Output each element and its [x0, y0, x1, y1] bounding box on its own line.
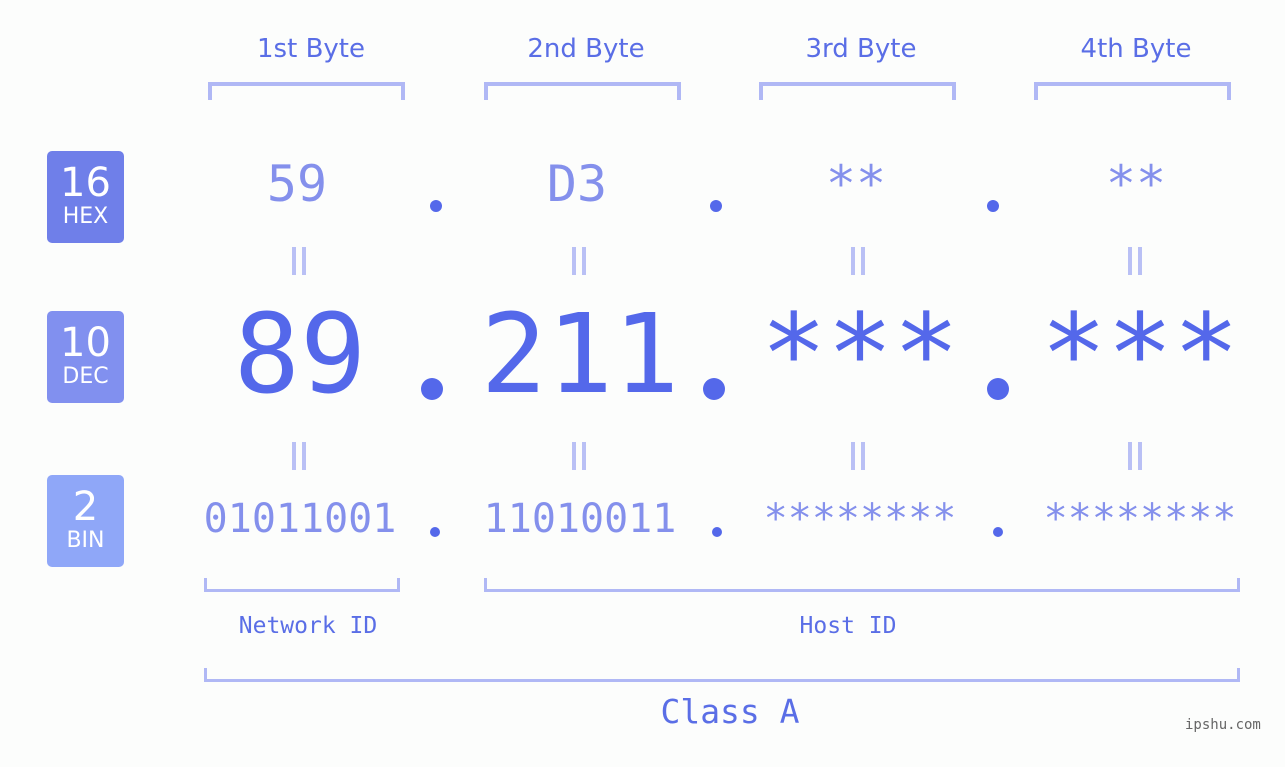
hex-value-1: 59	[266, 155, 328, 213]
host-id-label: Host ID	[799, 613, 897, 639]
dec-value-1: 89	[233, 290, 367, 418]
byte-header-4: 4th Byte	[1080, 34, 1192, 64]
hex-badge: 16 HEX	[47, 151, 124, 243]
byte-header-3: 3rd Byte	[805, 34, 917, 64]
class-bracket	[204, 668, 1240, 682]
equals-icon	[292, 442, 306, 470]
dec-separator-1	[421, 378, 443, 400]
dec-label: DEC	[62, 364, 109, 389]
byte-header-2: 2nd Byte	[527, 34, 645, 64]
equals-icon	[1128, 247, 1142, 275]
equals-icon	[1128, 442, 1142, 470]
dec-separator-2	[703, 378, 725, 400]
bin-label: BIN	[66, 528, 105, 553]
equals-icon	[292, 247, 306, 275]
hex-value-3: **	[825, 155, 887, 213]
network-id-bracket	[204, 578, 400, 592]
byte-bracket-4	[1034, 82, 1231, 100]
dec-value-4: ***	[1040, 290, 1240, 418]
dec-separator-3	[987, 378, 1009, 400]
equals-icon	[851, 442, 865, 470]
byte-bracket-3	[759, 82, 956, 100]
network-id-label: Network ID	[238, 613, 378, 639]
bin-value-1: 01011001	[203, 496, 397, 542]
dec-value-2: 211	[480, 290, 680, 418]
watermark: ipshu.com	[1185, 717, 1261, 733]
equals-icon	[572, 247, 586, 275]
bin-separator-3	[993, 527, 1003, 537]
hex-base: 16	[60, 160, 111, 206]
host-id-bracket	[484, 578, 1240, 592]
equals-icon	[851, 247, 865, 275]
class-label: Class A	[660, 692, 800, 731]
hex-separator-3	[987, 200, 999, 212]
dec-badge: 10 DEC	[47, 311, 124, 403]
hex-label: HEX	[62, 204, 109, 229]
bin-separator-1	[430, 527, 440, 537]
byte-bracket-1	[208, 82, 405, 100]
byte-bracket-2	[484, 82, 681, 100]
hex-separator-1	[430, 200, 442, 212]
bin-separator-2	[712, 527, 722, 537]
dec-value-3: ***	[760, 290, 960, 418]
hex-value-2: D3	[546, 155, 608, 213]
bin-value-4: ********	[1043, 496, 1237, 542]
bin-value-2: 11010011	[483, 496, 677, 542]
bin-base: 2	[72, 484, 99, 530]
bin-value-3: ********	[763, 496, 957, 542]
byte-header-1: 1st Byte	[257, 34, 365, 64]
hex-separator-2	[710, 200, 722, 212]
dec-base: 10	[60, 320, 111, 366]
bin-badge: 2 BIN	[47, 475, 124, 567]
hex-value-4: **	[1105, 155, 1167, 213]
equals-icon	[572, 442, 586, 470]
